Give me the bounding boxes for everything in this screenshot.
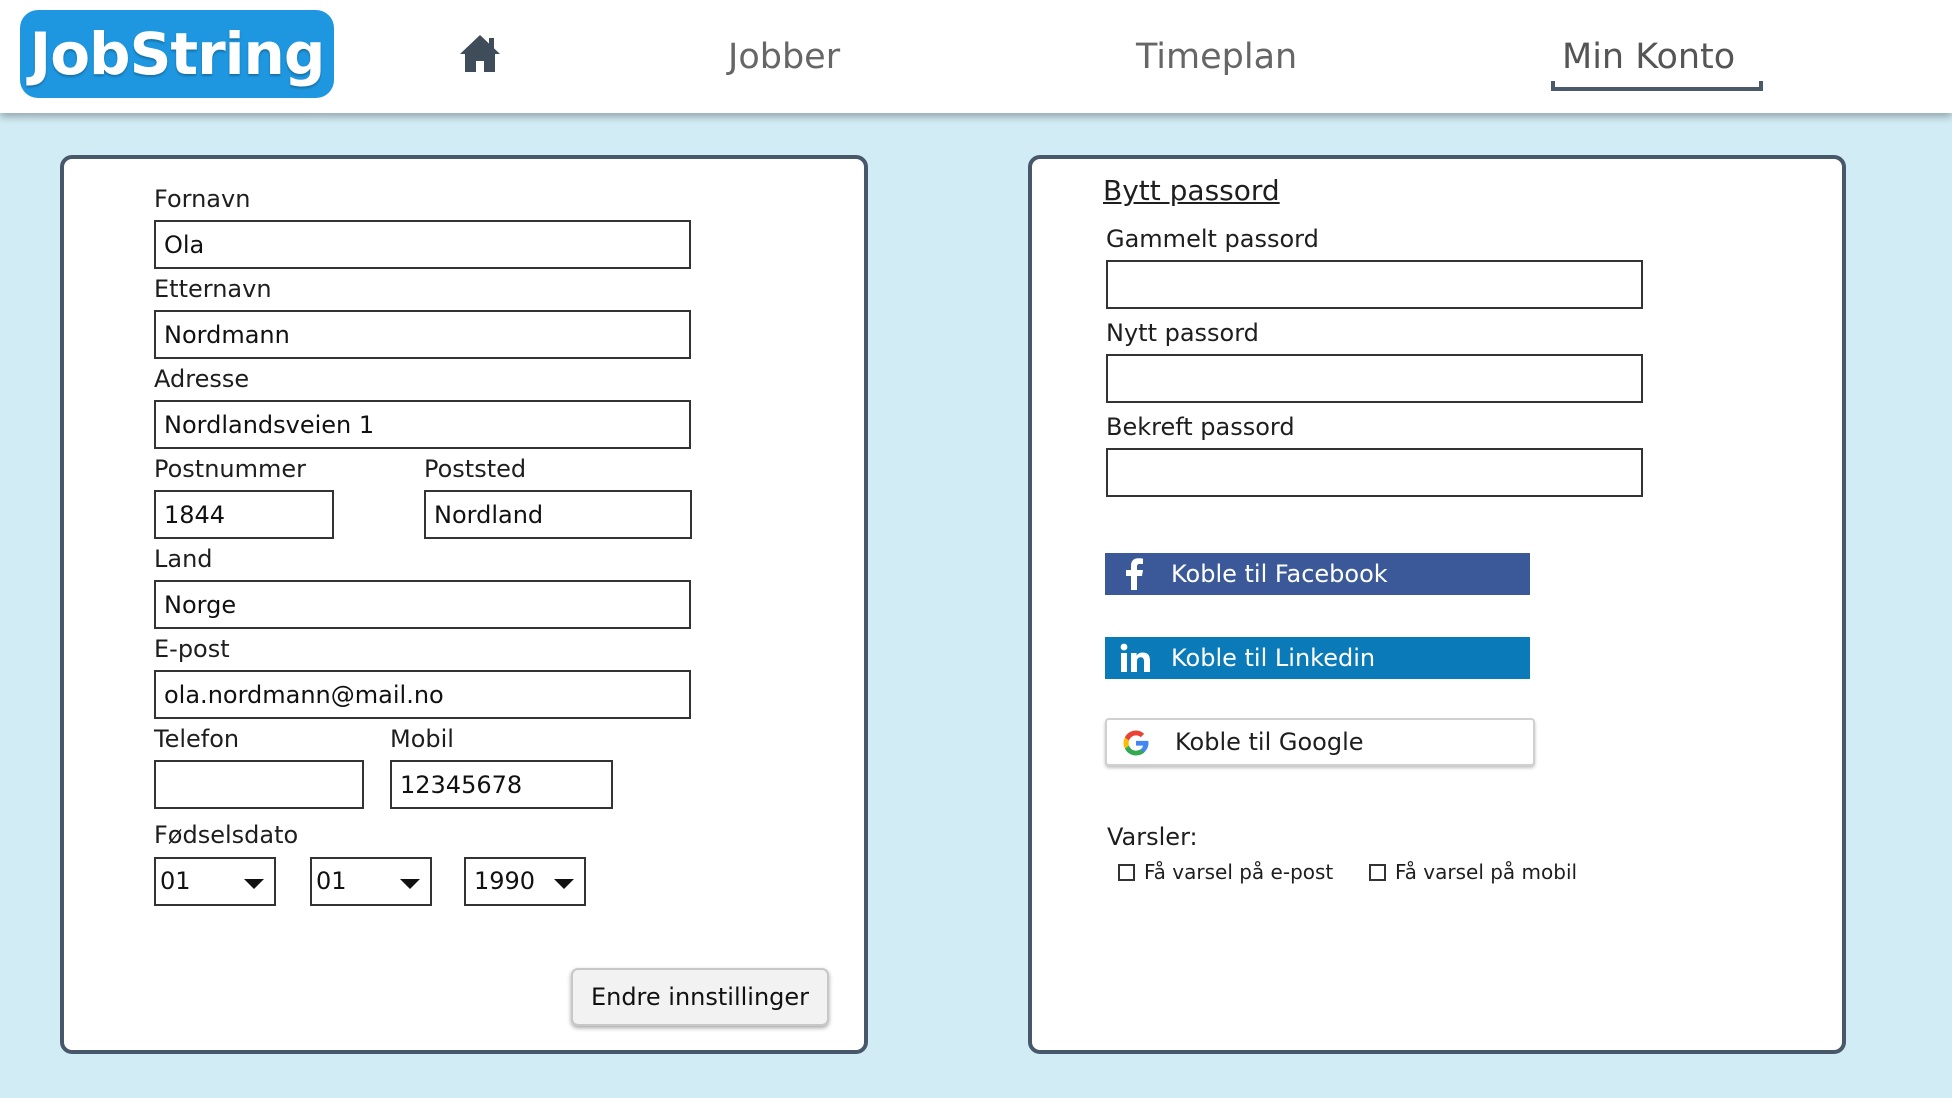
jobstring-logo[interactable]: JobString (20, 10, 334, 98)
connect-facebook-button[interactable]: Koble til Facebook (1105, 553, 1530, 595)
etternavn-input[interactable] (154, 310, 691, 359)
birth-month-value: 01 (316, 867, 347, 895)
new-password-label: Nytt passord (1106, 319, 1259, 347)
facebook-icon (1126, 558, 1143, 590)
connect-linkedin-label: Koble til Linkedin (1171, 644, 1376, 672)
fornavn-label: Fornavn (154, 185, 251, 213)
confirm-password-input[interactable] (1106, 448, 1643, 497)
active-tab-indicator (1551, 81, 1763, 91)
connect-google-label: Koble til Google (1175, 728, 1364, 756)
email-notification-checkbox[interactable] (1118, 864, 1135, 881)
birth-year-value: 1990 (474, 867, 536, 895)
fornavn-input[interactable] (154, 220, 691, 269)
adresse-input[interactable] (154, 400, 691, 449)
mobil-label: Mobil (390, 725, 454, 753)
nav-timeplan[interactable]: Timeplan (1136, 32, 1297, 82)
nav-min-konto[interactable]: Min Konto (1562, 32, 1735, 82)
fodselsdato-label: Fødselsdato (154, 821, 299, 849)
confirm-password-label: Bekreft passord (1106, 413, 1295, 441)
notifications-label: Varsler: (1107, 823, 1198, 851)
old-password-label: Gammelt passord (1106, 225, 1319, 253)
connect-facebook-label: Koble til Facebook (1171, 560, 1388, 588)
epost-input[interactable] (154, 670, 691, 719)
chevron-down-icon (554, 879, 574, 889)
birth-day-value: 01 (160, 867, 191, 895)
chevron-down-icon (400, 879, 420, 889)
nav-jobber[interactable]: Jobber (728, 32, 840, 82)
epost-label: E-post (154, 635, 230, 663)
home-icon[interactable] (458, 32, 502, 76)
mobile-notification-label: Få varsel på mobil (1395, 860, 1578, 884)
birth-day-select[interactable]: 01 (154, 857, 276, 906)
land-input[interactable] (154, 580, 691, 629)
new-password-input[interactable] (1106, 354, 1643, 403)
poststed-label: Poststed (424, 455, 527, 483)
birth-month-select[interactable]: 01 (310, 857, 432, 906)
etternavn-label: Etternavn (154, 275, 272, 303)
poststed-input[interactable] (424, 490, 692, 539)
mobil-input[interactable] (390, 760, 613, 809)
email-notification-label: Få varsel på e-post (1144, 860, 1334, 884)
google-icon (1123, 730, 1149, 756)
postnummer-input[interactable] (154, 490, 334, 539)
old-password-input[interactable] (1106, 260, 1643, 309)
save-settings-button[interactable]: Endre innstillinger (571, 968, 829, 1026)
mobile-notification-checkbox[interactable] (1369, 864, 1386, 881)
telefon-input[interactable] (154, 760, 364, 809)
change-password-title[interactable]: Bytt passord (1103, 174, 1280, 207)
top-nav-bar: JobString Jobber Timeplan Min Konto (0, 0, 1952, 113)
land-label: Land (154, 545, 213, 573)
birth-year-select[interactable]: 1990 (464, 857, 586, 906)
linkedin-icon (1120, 643, 1150, 672)
connect-linkedin-button[interactable]: Koble til Linkedin (1105, 637, 1530, 679)
connect-google-button[interactable]: Koble til Google (1105, 718, 1535, 766)
telefon-label: Telefon (154, 725, 240, 753)
chevron-down-icon (244, 879, 264, 889)
postnummer-label: Postnummer (154, 455, 307, 483)
adresse-label: Adresse (154, 365, 250, 393)
